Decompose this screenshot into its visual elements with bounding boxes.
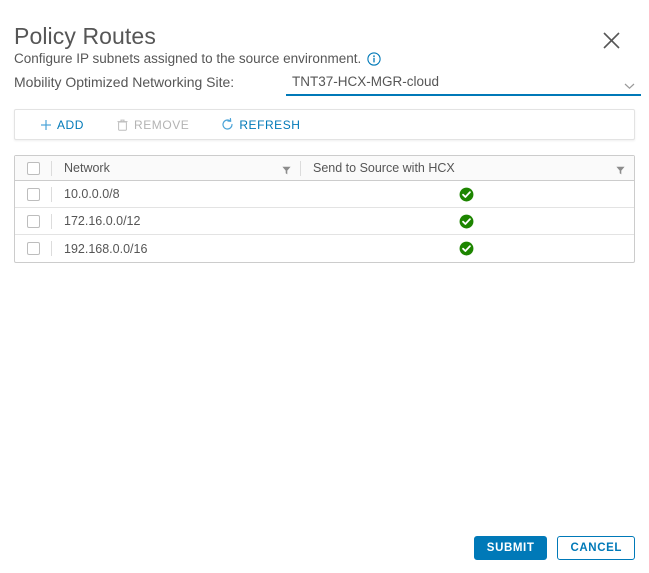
- row-select-cell: [15, 186, 52, 202]
- chevron-down-icon: [624, 77, 635, 90]
- cell-network: 172.16.0.0/12: [52, 208, 301, 234]
- select-all-checkbox[interactable]: [26, 161, 40, 175]
- remove-button[interactable]: REMOVE: [114, 115, 191, 135]
- page-title: Policy Routes: [14, 23, 156, 49]
- column-header-send-to-source[interactable]: Send to Source with HCX: [301, 156, 634, 180]
- site-selector-dropdown[interactable]: TNT37-HCX-MGR-cloud: [286, 70, 641, 96]
- table-row[interactable]: 10.0.0.0/8: [15, 181, 634, 208]
- dialog-footer: SUBMIT CANCEL: [0, 536, 649, 560]
- add-button[interactable]: ADD: [37, 115, 86, 135]
- refresh-button[interactable]: REFRESH: [219, 115, 302, 135]
- close-icon[interactable]: [599, 28, 623, 52]
- add-button-label: ADD: [57, 117, 84, 132]
- site-selector-row: Mobility Optimized Networking Site: TNT3…: [0, 70, 649, 96]
- check-circle-icon: [313, 187, 625, 202]
- refresh-button-label: REFRESH: [239, 117, 301, 132]
- select-all-cell: [15, 160, 52, 176]
- table-toolbar: ADD REMOVE REFRESH: [14, 109, 635, 140]
- cancel-button[interactable]: CANCEL: [557, 536, 635, 560]
- info-circle-icon[interactable]: [367, 51, 381, 66]
- subtitle-row: Configure IP subnets assigned to the sou…: [14, 50, 381, 67]
- trash-icon: [116, 118, 129, 131]
- remove-button-label: REMOVE: [134, 117, 190, 132]
- cell-send-to-source: [301, 235, 634, 262]
- table-row[interactable]: 172.16.0.0/12: [15, 208, 634, 235]
- cell-network-value: 10.0.0.0/8: [64, 187, 120, 201]
- column-header-network[interactable]: Network: [52, 160, 301, 176]
- funnel-icon[interactable]: [616, 164, 625, 174]
- row-checkbox[interactable]: [26, 242, 40, 255]
- table-header-row: Network Send to Source with HCX: [15, 156, 634, 181]
- check-circle-icon: [313, 241, 625, 256]
- funnel-icon[interactable]: [282, 164, 291, 174]
- row-checkbox[interactable]: [26, 214, 40, 228]
- cell-network: 10.0.0.0/8: [52, 181, 301, 207]
- cell-network: 192.168.0.0/16: [52, 235, 301, 262]
- site-selector-label: Mobility Optimized Networking Site:: [14, 74, 235, 90]
- cell-send-to-source: [301, 181, 634, 207]
- column-header-network-label: Network: [64, 161, 110, 175]
- cell-network-value: 172.16.0.0/12: [64, 214, 141, 228]
- site-selector-value: TNT37-HCX-MGR-cloud: [292, 74, 440, 89]
- cell-send-to-source: [301, 208, 634, 234]
- column-header-send-to-source-label: Send to Source with HCX: [313, 161, 455, 175]
- page-subtitle: Configure IP subnets assigned to the sou…: [14, 51, 362, 66]
- policy-routes-table: Network Send to Source with HCX 10.0.0.0…: [14, 155, 635, 263]
- row-select-cell: [15, 241, 52, 256]
- plus-icon: [39, 118, 52, 131]
- row-select-cell: [15, 213, 52, 229]
- refresh-icon: [221, 118, 234, 131]
- table-row[interactable]: 192.168.0.0/16: [15, 235, 634, 262]
- row-checkbox[interactable]: [26, 187, 40, 201]
- check-circle-icon: [313, 214, 625, 229]
- submit-button[interactable]: SUBMIT: [473, 536, 548, 560]
- cell-network-value: 192.168.0.0/16: [64, 241, 148, 256]
